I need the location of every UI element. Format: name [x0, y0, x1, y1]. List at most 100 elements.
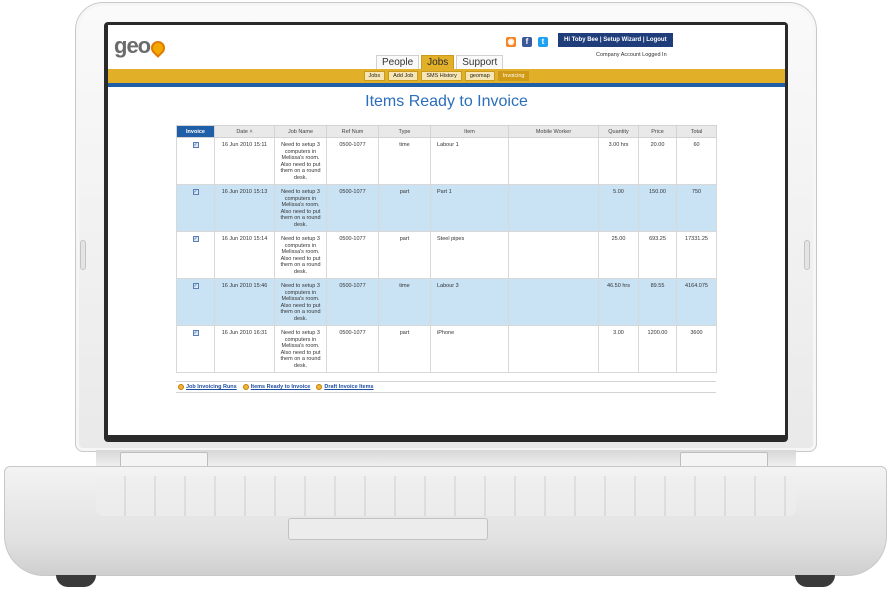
cell-price: 89.55 — [638, 278, 677, 326]
cell-mobile-worker — [508, 325, 599, 373]
col-header-mobile-worker[interactable]: Mobile Worker — [508, 125, 599, 138]
geop-logo[interactable]: geo — [114, 33, 169, 59]
cell-mobile-worker — [508, 231, 599, 279]
cell-date: 16 Jun 2010 16:31 — [214, 325, 275, 373]
col-header-job-name[interactable]: Job Name — [274, 125, 327, 138]
cell-price: 150.00 — [638, 184, 677, 232]
lid-edge-right — [804, 240, 810, 270]
cell-total: 3600 — [676, 325, 717, 373]
col-header-invoice[interactable]: Invoice — [176, 125, 215, 138]
setup-wizard-link[interactable]: Setup Wizard — [603, 37, 641, 43]
page-title: Items Ready to Invoice — [365, 93, 528, 110]
foot-right — [795, 575, 835, 587]
cell-ref-num: 0500-1077 — [326, 184, 379, 232]
header-divider — [108, 83, 785, 87]
coins-icon — [242, 384, 249, 390]
cell-item: iPhone — [430, 325, 509, 373]
tab-jobs[interactable]: Jobs — [421, 55, 455, 69]
cell-ref-num: 0500-1077 — [326, 278, 379, 326]
col-header-date[interactable]: Date ˄ — [214, 125, 275, 138]
table-row: ✓ 16 Jun 2010 15:14 Need to setup 3 comp… — [176, 231, 717, 279]
invoice-checkbox[interactable]: ✓ — [192, 236, 199, 242]
col-header-item[interactable]: Item — [430, 125, 509, 138]
cell-mobile-worker — [508, 278, 599, 326]
invoice-checkbox[interactable]: ✓ — [192, 189, 199, 195]
cell-date: 16 Jun 2010 15:13 — [214, 184, 275, 232]
table-row: ✓ 16 Jun 2010 15:13 Need to setup 3 comp… — [176, 184, 717, 232]
col-header-total[interactable]: Total — [676, 125, 717, 138]
cell-mobile-worker — [508, 184, 599, 232]
cell-quantity: 3.00 — [598, 325, 639, 373]
cell-total: 4164.075 — [676, 278, 717, 326]
lid-edge-left — [80, 240, 86, 270]
cell-total: 750 — [676, 184, 717, 232]
facebook-icon[interactable]: f — [522, 37, 532, 47]
cell-job-name: Need to setup 3 computers in Melissa's r… — [274, 325, 327, 373]
cell-type: part — [378, 184, 431, 232]
invoice-checkbox[interactable]: ✓ — [192, 283, 199, 289]
foot-left — [56, 575, 96, 587]
cell-mobile-worker — [508, 137, 599, 185]
cell-date: 16 Jun 2010 15:14 — [214, 231, 275, 279]
user-bar: Hi Toby Bee | Setup Wizard | Logout — [558, 33, 673, 47]
account-status: Company Account Logged In — [596, 52, 667, 58]
coins-icon — [316, 384, 323, 390]
invoice-checkbox[interactable]: ✓ — [192, 330, 199, 336]
main-tabs: People Jobs Support — [376, 55, 505, 69]
laptop-frame: geo ◉ f t Hi Toby Bee | Setup Wizard | L… — [0, 0, 891, 592]
cell-type: part — [378, 231, 431, 279]
cell-ref-num: 0500-1077 — [326, 231, 379, 279]
job-invoicing-runs-link[interactable]: Job Invoicing Runs — [178, 384, 237, 390]
cell-ref-num: 0500-1077 — [326, 137, 379, 185]
cell-item: Part 1 — [430, 184, 509, 232]
cell-price: 1200.00 — [638, 325, 677, 373]
items-ready-link[interactable]: Items Ready to Invoice — [242, 384, 310, 390]
invoice-checkbox[interactable]: ✓ — [192, 142, 199, 148]
tab-support[interactable]: Support — [456, 55, 504, 69]
logout-link[interactable]: Logout — [646, 37, 666, 43]
col-header-price[interactable]: Price — [638, 125, 677, 138]
table-header-row: Invoice Date ˄ Job Name Ref Num Type Ite… — [176, 125, 717, 138]
site-header: geo ◉ f t Hi Toby Bee | Setup Wizard | L… — [108, 25, 785, 69]
table-row: ✓ 16 Jun 2010 16:31 Need to setup 3 comp… — [176, 325, 717, 373]
cell-quantity: 5.00 — [598, 184, 639, 232]
table-row: ✓ 16 Jun 2010 15:46 Need to setup 3 comp… — [176, 278, 717, 326]
subnav-add-job[interactable]: Add Job — [388, 71, 419, 81]
col-header-type[interactable]: Type — [378, 125, 431, 138]
twitter-icon[interactable]: t — [538, 37, 548, 47]
cell-job-name: Need to setup 3 computers in Melissa's r… — [274, 137, 327, 185]
cell-job-name: Need to setup 3 computers in Melissa's r… — [274, 184, 327, 232]
cell-price: 693.25 — [638, 231, 677, 279]
cell-job-name: Need to setup 3 computers in Melissa's r… — [274, 231, 327, 279]
col-header-ref-num[interactable]: Ref Num — [326, 125, 379, 138]
cell-total: 17331.25 — [676, 231, 717, 279]
cell-ref-num: 0500-1077 — [326, 325, 379, 373]
invoice-items-table: Invoice Date ˄ Job Name Ref Num Type Ite… — [176, 125, 717, 373]
cell-date: 16 Jun 2010 15:11 — [214, 137, 275, 185]
subnav-sms-history[interactable]: SMS History — [421, 71, 462, 81]
cell-quantity: 46.50 hrs — [598, 278, 639, 326]
subnav-jobs[interactable]: Jobs — [363, 71, 386, 81]
jobs-subnav: Jobs Add Job SMS History geomap Invoicin… — [108, 69, 785, 83]
tab-people[interactable]: People — [376, 55, 420, 69]
coins-icon — [178, 384, 184, 390]
cell-type: time — [378, 137, 431, 185]
cell-item: Labour 3 — [430, 278, 509, 326]
screen: geo ◉ f t Hi Toby Bee | Setup Wizard | L… — [108, 25, 785, 435]
invoicing-links: Job Invoicing Runs Items Ready to Invoic… — [176, 381, 716, 393]
cell-item: Labour 1 — [430, 137, 509, 185]
cell-quantity: 25.00 — [598, 231, 639, 279]
draft-invoice-items-link[interactable]: Draft Invoice Items — [316, 384, 374, 390]
subnav-geomap[interactable]: geomap — [464, 71, 495, 81]
rss-icon[interactable]: ◉ — [506, 37, 516, 47]
trackpad — [288, 518, 488, 540]
cell-job-name: Need to setup 3 computers in Melissa's r… — [274, 278, 327, 326]
table-row: ✓ 16 Jun 2010 15:11 Need to setup 3 comp… — [176, 137, 717, 185]
subnav-invoicing[interactable]: Invoicing — [497, 71, 530, 81]
col-header-quantity[interactable]: Quantity — [598, 125, 639, 138]
cell-item: Steel pipes — [430, 231, 509, 279]
map-pin-icon — [148, 38, 169, 58]
cell-type: part — [378, 325, 431, 373]
cell-total: 60 — [676, 137, 717, 185]
cell-date: 16 Jun 2010 15:46 — [214, 278, 275, 326]
